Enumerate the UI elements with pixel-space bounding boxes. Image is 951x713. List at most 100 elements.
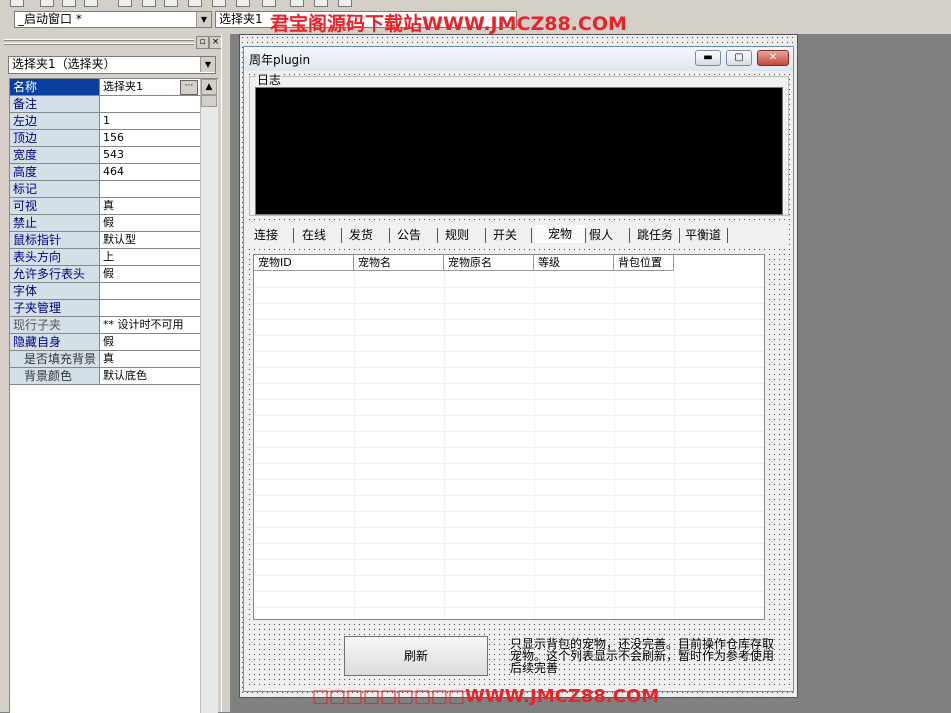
property-row[interactable]: 备注 xyxy=(10,96,200,113)
property-row[interactable]: 鼠标指针 默认型 xyxy=(10,232,200,249)
toolbar-icon[interactable] xyxy=(188,0,202,7)
property-row[interactable]: 宽度 543 xyxy=(10,147,200,164)
property-name: 备注 xyxy=(10,96,100,112)
property-value[interactable]: 真 xyxy=(103,351,200,367)
property-value[interactable]: 默认型 xyxy=(103,232,200,248)
property-row[interactable]: 禁止 假 xyxy=(10,215,200,232)
object-combo-value: 选择夹1（选择夹） xyxy=(12,57,116,71)
property-row[interactable]: 高度 464 xyxy=(10,164,200,181)
property-row[interactable]: 子夹管理 xyxy=(10,300,200,317)
column-header[interactable]: 宠物原名 xyxy=(444,255,534,271)
chevron-down-icon[interactable]: ▼ xyxy=(196,12,211,27)
property-row[interactable]: 左边 1 xyxy=(10,113,200,130)
property-row[interactable]: 现行子夹 ** 设计时不可用 xyxy=(10,317,200,334)
toolbar xyxy=(0,0,951,8)
property-name: 子夹管理 xyxy=(10,300,100,316)
chevron-down-icon[interactable]: ▼ xyxy=(200,57,215,72)
tab-online[interactable]: 在线 xyxy=(302,228,326,243)
property-row[interactable]: 顶边 156 xyxy=(10,130,200,147)
property-row[interactable]: 背景颜色 默认底色 xyxy=(10,368,200,385)
property-scrollbar[interactable]: ▲ xyxy=(200,79,218,713)
tab-balance[interactable]: 平衡道 xyxy=(685,228,721,243)
maximize-icon[interactable]: ▢ xyxy=(726,50,752,66)
property-row[interactable]: 是否填充背景 真 xyxy=(10,351,200,368)
tab-pets[interactable]: 宠物 xyxy=(535,225,585,243)
property-name: 允许多行表头 xyxy=(10,266,100,282)
property-name: 可视 xyxy=(10,198,100,214)
toolbar-icon[interactable] xyxy=(142,0,156,7)
property-value[interactable]: 默认底色 xyxy=(103,368,200,384)
column-header[interactable]: 宠物名 xyxy=(354,255,444,271)
combo-row: _启动窗口 * ▼ 选择夹1 君宝阁源码下载站WWW.JMCZ88.COM xyxy=(0,8,951,35)
note-text: 只显示背包的宠物，还没完善。目前操作仓库存取宠物。这个列表显示不会刷新，暂时作为… xyxy=(510,637,775,675)
column-header[interactable]: 背包位置 xyxy=(614,255,674,271)
property-value[interactable] xyxy=(103,181,200,197)
property-name: 宽度 xyxy=(10,147,100,163)
property-row[interactable]: 字体 xyxy=(10,283,200,300)
property-name: 表头方向 xyxy=(10,249,100,265)
tab-notice[interactable]: 公告 xyxy=(397,228,421,243)
tab-connect[interactable]: 连接 xyxy=(254,228,278,243)
column-header[interactable]: 等级 xyxy=(534,255,614,271)
property-row[interactable]: 标记 xyxy=(10,181,200,198)
property-value[interactable]: 543 xyxy=(103,147,200,163)
form-window[interactable]: 周年plugin ▬ ▢ ✕ 日志 连接 在线 发货 公告 规则 开关 宠物 假… xyxy=(243,46,794,692)
log-label: 日志 xyxy=(256,71,283,88)
toolbar-icon[interactable] xyxy=(338,0,352,7)
toolbar-icon[interactable] xyxy=(262,0,276,7)
tab-fake-players[interactable]: 假人 xyxy=(589,228,613,243)
panel-splitter[interactable] xyxy=(221,34,231,712)
property-value[interactable]: 假 xyxy=(103,215,200,231)
tab-skip-task[interactable]: 跳任务 xyxy=(637,228,673,243)
toolbar-icon[interactable] xyxy=(164,0,178,7)
toolbar-icon[interactable] xyxy=(314,0,328,7)
property-value[interactable] xyxy=(103,96,200,112)
property-name: 鼠标指针 xyxy=(10,232,100,248)
column-header[interactable]: 宠物ID xyxy=(254,255,354,271)
property-name: 高度 xyxy=(10,164,100,180)
pet-list[interactable]: 宠物ID 宠物名 宠物原名 等级 背包位置 xyxy=(253,254,765,620)
property-value[interactable]: 假 xyxy=(103,334,200,350)
tab-strip: 连接 在线 发货 公告 规则 开关 宠物 假人 跳任务 平衡道 xyxy=(249,224,789,246)
property-row[interactable]: 允许多行表头 假 xyxy=(10,266,200,283)
log-group: 日志 xyxy=(249,71,789,216)
tab-switches[interactable]: 开关 xyxy=(493,228,517,243)
toolbar-icon[interactable] xyxy=(118,0,132,7)
toolbar-icon[interactable] xyxy=(236,0,250,7)
property-name: 左边 xyxy=(10,113,100,129)
toolbar-icon[interactable] xyxy=(40,0,54,7)
tab-rules[interactable]: 规则 xyxy=(445,228,469,243)
toolbar-icon[interactable] xyxy=(62,0,76,7)
log-box[interactable] xyxy=(255,87,783,215)
property-value[interactable]: 464 xyxy=(103,164,200,180)
restore-icon[interactable]: ▫ xyxy=(196,36,209,49)
scrollbar-thumb[interactable] xyxy=(201,95,217,107)
toolbar-icon[interactable] xyxy=(212,0,226,7)
property-name: 标记 xyxy=(10,181,100,197)
property-row[interactable]: 隐藏自身 假 xyxy=(10,334,200,351)
property-row[interactable]: 可视 真 xyxy=(10,198,200,215)
property-value[interactable]: 1 xyxy=(103,113,200,129)
object-combo[interactable]: 选择夹1（选择夹） ▼ xyxy=(8,56,216,74)
panel-header: ▫ × xyxy=(4,36,222,49)
property-value[interactable] xyxy=(103,283,200,299)
refresh-button[interactable]: 刷新 xyxy=(344,636,488,676)
property-value[interactable]: 真 xyxy=(103,198,200,214)
chevron-up-icon[interactable]: ▲ xyxy=(201,79,217,95)
property-name: 名称 xyxy=(10,79,100,95)
close-icon[interactable]: ✕ xyxy=(757,50,789,66)
property-row[interactable]: 表头方向 上 xyxy=(10,249,200,266)
tab-shipping[interactable]: 发货 xyxy=(349,228,373,243)
property-value[interactable]: 156 xyxy=(103,130,200,146)
window-combo[interactable]: _启动窗口 * ▼ xyxy=(14,11,212,28)
property-value[interactable]: 假 xyxy=(103,266,200,282)
property-value[interactable] xyxy=(103,300,200,316)
property-row[interactable]: 名称 选择夹1 ··· xyxy=(10,79,200,96)
toolbar-icon[interactable] xyxy=(84,0,98,7)
property-value[interactable]: 上 xyxy=(103,249,200,265)
window-titlebar[interactable]: 周年plugin ▬ ▢ ✕ xyxy=(244,47,793,71)
toolbar-icon[interactable] xyxy=(10,0,24,7)
minimize-icon[interactable]: ▬ xyxy=(695,50,721,66)
toolbar-icon[interactable] xyxy=(290,0,304,7)
ellipsis-button[interactable]: ··· xyxy=(180,80,198,95)
